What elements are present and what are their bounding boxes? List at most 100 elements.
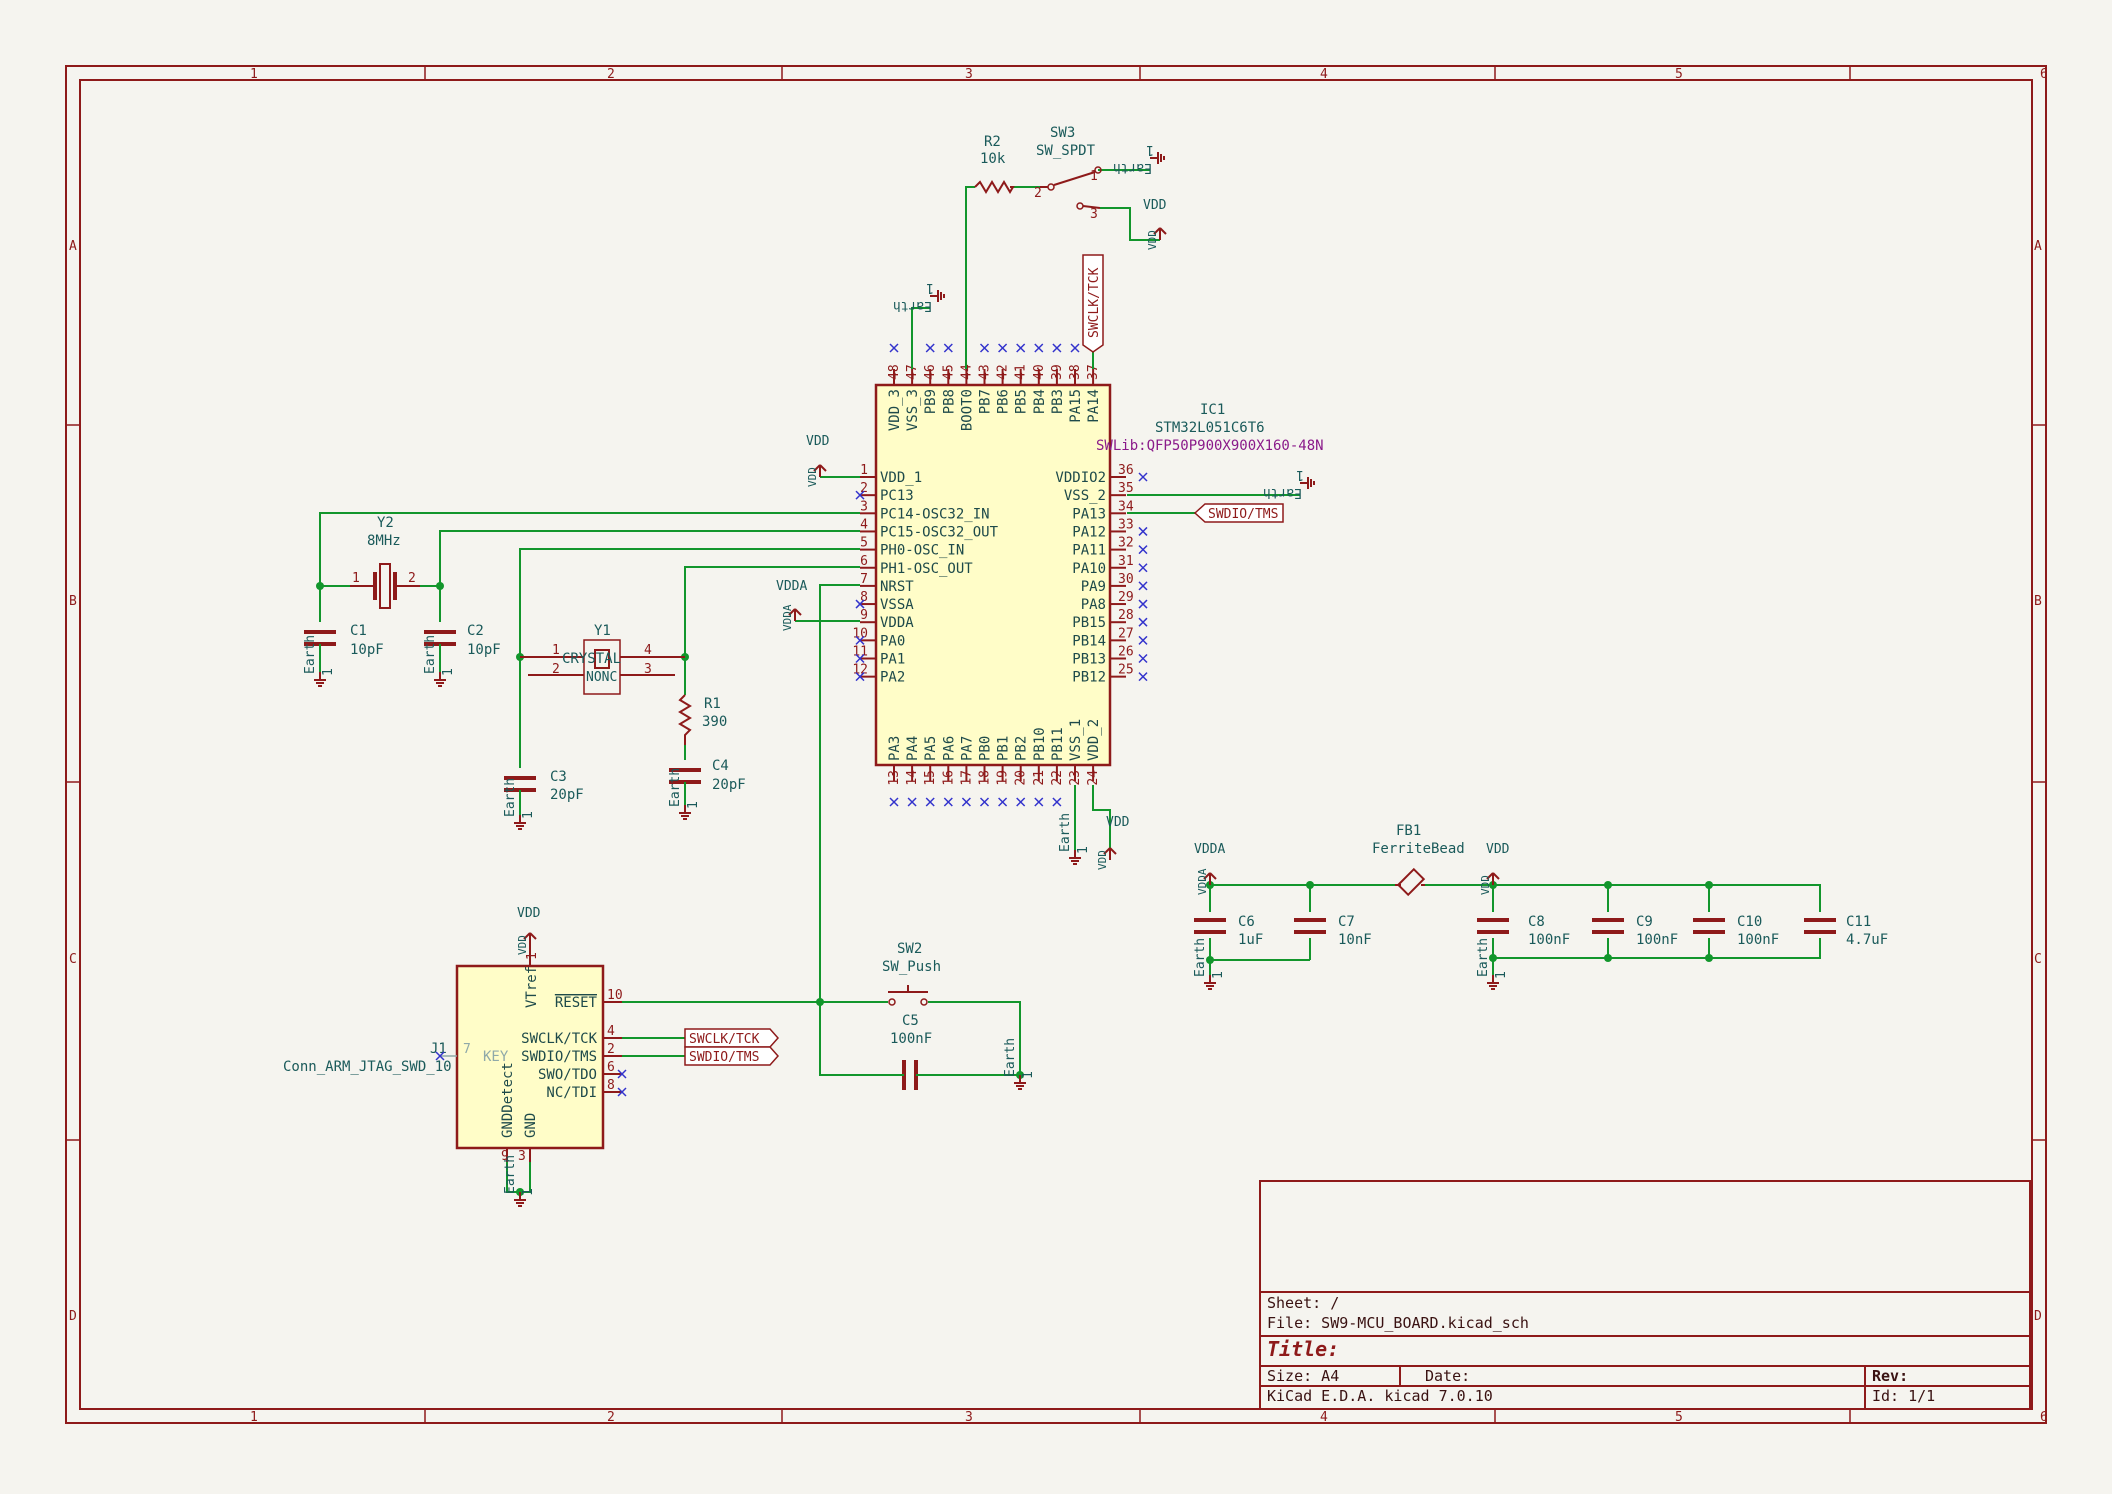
ic1-pin-name-37: PA14: [1086, 389, 1102, 423]
ic1-pin-num-28: 28: [1118, 608, 1134, 623]
c5-capacitor[interactable]: C5 100nF: [890, 1013, 932, 1090]
ic1-pin-num-30: 30: [1118, 572, 1134, 587]
ic1-pin-num-7: 7: [860, 572, 868, 587]
ic1-footprint: SWLib:QFP50P900X900X160-48N: [1096, 438, 1324, 454]
zone-bottom-3: 3: [965, 1410, 973, 1425]
j1-pin-num-10: 10: [607, 988, 623, 1003]
vdd-j1-label: VDD: [517, 906, 541, 921]
ic1-pin-num-22: 22: [1050, 770, 1065, 786]
ic1-pin-name-25: PB12: [1072, 670, 1106, 686]
vdd-filter-vlabel: VDD: [1479, 875, 1492, 895]
j1-gnddetect-name: GNDDetect: [500, 1062, 516, 1138]
title-block-id: Id: 1/1: [1872, 1387, 1935, 1405]
vdd-j1: VDD VDD: [516, 906, 541, 955]
ic1-pin-num-11: 11: [852, 645, 868, 660]
j1-pin-name-4: SWCLK/TCK: [521, 1031, 597, 1047]
no-connect-10: [1138, 599, 1148, 609]
ic1-pin-name-32: PA11: [1072, 543, 1106, 559]
title-block-size: Size: A4: [1267, 1367, 1339, 1385]
ic1-pin-name-17: PA7: [959, 736, 975, 761]
j1-pin-name-10: RESET: [555, 995, 598, 1011]
ic1-pin-num-5: 5: [860, 536, 868, 551]
no-connect-19: [998, 343, 1008, 353]
y2-crystal[interactable]: Y2 8MHz 1 2: [350, 515, 420, 609]
no-connect-18: [979, 343, 990, 353]
gnd-c3-label: Earth: [503, 778, 518, 817]
sw3-ref: SW3: [1050, 125, 1075, 141]
ic1-pin-num-16: 16: [941, 770, 956, 786]
c8-value: 100nF: [1528, 932, 1570, 948]
r1-value: 390: [702, 714, 727, 730]
fb1-ferrite-bead[interactable]: FB1 FerriteBead: [1372, 823, 1465, 897]
zone-right-A: A: [2034, 239, 2042, 254]
ic1-pin-num-3: 3: [860, 499, 868, 514]
c9-capacitor[interactable]: C9 100nF: [1592, 914, 1678, 948]
no-connect-31: [1016, 797, 1026, 807]
c3-ref: C3: [550, 769, 567, 785]
ic1-pin-num-20: 20: [1014, 770, 1029, 786]
fb1-value: FerriteBead: [1372, 841, 1465, 857]
ic1-pin-num-43: 43: [978, 364, 993, 380]
ic1-pin-name-22: PB11: [1050, 727, 1066, 761]
c11-capacitor[interactable]: C11 4.7uF: [1804, 914, 1888, 948]
label-swclk-j1[interactable]: SWCLK/TCK: [684, 1028, 780, 1048]
sw3-switch[interactable]: SW3 SW_SPDT 1 2 3: [1034, 125, 1102, 222]
ic1-symbol[interactable]: 1 VDD_12 PC133 PC14-OSC32_IN4 PC15-OSC32_OUT…: [852, 364, 1323, 785]
y2-pin2: 2: [408, 571, 416, 586]
ic1-pin-name-27: PB14: [1072, 633, 1106, 649]
zone-bottom-5: 5: [1675, 1410, 1683, 1425]
r2-ref: R2: [984, 134, 1001, 150]
j1-key-num: 7: [463, 1042, 471, 1057]
ic1-pin-name-15: PA5: [923, 736, 939, 761]
no-connect-9: [1138, 581, 1148, 591]
no-connect-14: [1138, 672, 1148, 682]
ic1-pin-name-14: PA4: [905, 736, 921, 761]
sw2-pushbutton[interactable]: SW2 SW_Push: [882, 941, 941, 1006]
c7-capacitor[interactable]: C7 10nF: [1294, 914, 1372, 948]
y1-crystal[interactable]: Y1 CRYSTAL NONC 1 2 3 4: [520, 623, 685, 695]
ic1-pin-name-7: NRST: [880, 579, 914, 595]
r2-resistor[interactable]: R2 10k: [974, 134, 1015, 194]
label-swclk-top[interactable]: SWCLK/TCK: [1082, 254, 1104, 353]
ic1-pin-num-9: 9: [860, 608, 868, 623]
ic1-pin-num-13: 13: [887, 770, 902, 786]
ic1-pin-num-48: 48: [887, 364, 902, 380]
c1-value: 10pF: [350, 642, 384, 658]
no-connect-33: [1052, 797, 1062, 807]
title-block-rev: Rev:: [1872, 1367, 1908, 1385]
title-block-tool: KiCad E.D.A. kicad 7.0.10: [1267, 1387, 1493, 1405]
ic1-pin-num-45: 45: [941, 364, 956, 380]
ic1-pin-name-1: VDD_1: [880, 470, 922, 486]
y1-value: CRYSTAL: [562, 651, 621, 667]
label-swdio-j1[interactable]: SWDIO/TMS: [684, 1046, 780, 1066]
ic1-pin-name-44: BOOT0: [959, 389, 975, 431]
j1-gnd-num: 3: [518, 1149, 526, 1164]
j1-connector[interactable]: 10 RESET 4 SWCLK/TCK 2 SWDIO/TMS 6 SWO/TDO 8 NC/T…: [283, 945, 623, 1164]
zone-bottom-6: 6: [2040, 1410, 2048, 1425]
gnd-sw3: Earth 1: [1113, 142, 1165, 175]
zone-top-1: 1: [250, 67, 258, 82]
y1-pin1: 1: [552, 643, 560, 658]
ic1-pin-num-26: 26: [1118, 645, 1134, 660]
label-swdio-pa13[interactable]: SWDIO/TMS: [1193, 503, 1284, 523]
sw2-ref: SW2: [897, 941, 922, 957]
ic1-pin-num-29: 29: [1118, 590, 1134, 605]
gnd-ic1-top: Earth 1: [893, 280, 945, 313]
no-connect-8: [1138, 563, 1148, 573]
gnd-c3-num: 1: [521, 811, 536, 819]
gnd-vss2-label: Earth: [1263, 485, 1302, 500]
vdd-filter-label: VDD: [1486, 842, 1510, 857]
ic1-pin-name-33: PA12: [1072, 524, 1106, 540]
zone-left-A: A: [69, 239, 77, 254]
gnd-sw3-num: 1: [1146, 142, 1154, 157]
no-connect-5: [1138, 472, 1148, 482]
ic1-pin-num-6: 6: [860, 554, 868, 569]
y1-ref: Y1: [594, 623, 611, 639]
c10-capacitor[interactable]: C10 100nF: [1693, 914, 1779, 948]
ic1-pin-name-35: VSS_2: [1064, 488, 1106, 504]
vdda-ic1-label: VDDA: [776, 579, 807, 594]
c11-value: 4.7uF: [1846, 932, 1888, 948]
gnd-ic1-top-num: 1: [926, 280, 934, 295]
r1-resistor[interactable]: R1 390: [678, 694, 727, 745]
no-connect-22: [1052, 343, 1062, 353]
